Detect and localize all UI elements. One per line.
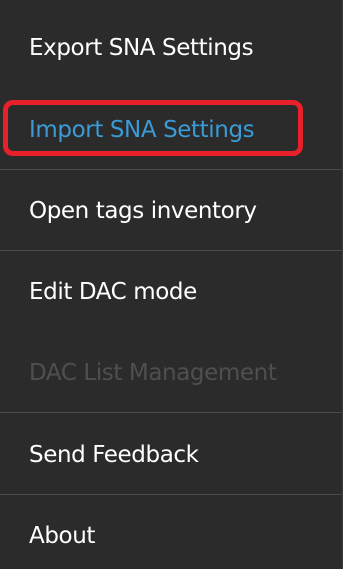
menu-item-label: DAC List Management — [29, 360, 277, 386]
menu-separator — [0, 250, 342, 251]
menu-item-label: Open tags inventory — [29, 198, 257, 224]
menu-separator — [0, 412, 342, 413]
menu-item-send-feedback[interactable]: Send Feedback — [0, 430, 342, 480]
menu-item-open-tags-inventory[interactable]: Open tags inventory — [0, 186, 342, 236]
menu-item-label: Export SNA Settings — [29, 35, 254, 61]
menu-item-import-sna-settings[interactable]: Import SNA Settings — [0, 105, 342, 155]
menu-item-dac-list-management: DAC List Management — [0, 348, 342, 398]
menu-separator — [0, 169, 342, 170]
menu-item-label: Import SNA Settings — [29, 117, 255, 143]
menu-item-label: Send Feedback — [29, 442, 199, 468]
menu-separator — [0, 494, 342, 495]
context-menu: Export SNA Settings Import SNA Settings … — [0, 0, 343, 569]
menu-item-label: Edit DAC mode — [29, 279, 197, 305]
menu-item-export-sna-settings[interactable]: Export SNA Settings — [0, 23, 342, 73]
menu-item-label: About — [29, 523, 96, 549]
menu-item-edit-dac-mode[interactable]: Edit DAC mode — [0, 267, 342, 317]
menu-item-about[interactable]: About — [0, 511, 342, 561]
